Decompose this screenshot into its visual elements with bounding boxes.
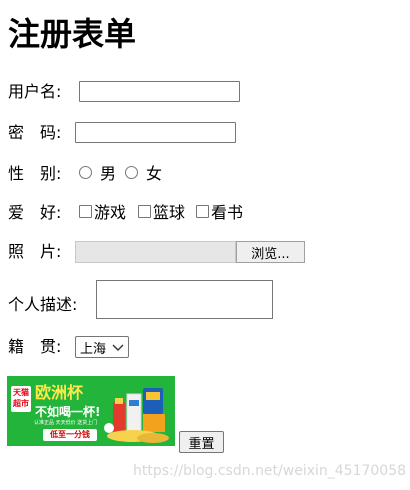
username-input[interactable]: [79, 81, 240, 102]
hobby-reading-checkbox[interactable]: [196, 205, 209, 218]
gender-female-label: 女: [146, 164, 163, 183]
gender-female-radio[interactable]: [125, 166, 138, 179]
description-textarea[interactable]: [96, 280, 273, 319]
banner-subline: 认准正品 天天低价 送货上门: [34, 420, 98, 426]
banner-products-illustration: [104, 388, 169, 443]
origin-selected-value: 上海: [80, 341, 107, 357]
gender-male-radio[interactable]: [79, 166, 92, 179]
origin-select[interactable]: 上海: [75, 336, 129, 358]
hobby-games-checkbox[interactable]: [79, 205, 92, 218]
password-input[interactable]: [75, 122, 236, 143]
banner-badge-top: 天猫: [13, 388, 29, 397]
tmall-badge: 天猫 超市: [11, 386, 31, 412]
banner-badge-bottom: 超市: [13, 399, 29, 408]
banner-slogan: 不如喝一杯!: [35, 405, 101, 419]
browse-button[interactable]: 浏览...: [236, 241, 305, 263]
photo-label: 照 片:: [8, 242, 62, 261]
origin-label: 籍 贯:: [8, 337, 62, 356]
banner-headline: 欧洲杯: [35, 383, 84, 402]
hobby-basketball-checkbox[interactable]: [138, 205, 151, 218]
banner-cta-text: 低至一分钱: [50, 430, 90, 439]
hobby-basketball-label: 篮球: [153, 203, 186, 222]
banner-image[interactable]: 天猫 超市 欧洲杯 不如喝一杯! 认准正品 天天低价 送货上门 低至一分钱: [7, 376, 175, 446]
photo-file-field[interactable]: [75, 241, 236, 263]
reset-button[interactable]: 重置: [179, 431, 224, 453]
gender-male-label: 男: [100, 164, 117, 183]
hobby-games-label: 游戏: [94, 203, 127, 222]
gender-label: 性 别:: [8, 164, 62, 183]
hobby-reading-label: 看书: [211, 203, 244, 222]
watermark-text: https://blog.csdn.net/weixin_45170058: [133, 463, 407, 479]
description-label: 个人描述:: [8, 295, 78, 314]
banner-cta: 低至一分钱: [43, 429, 97, 441]
hobby-label: 爱 好:: [8, 203, 62, 222]
chevron-down-icon: [112, 344, 124, 351]
password-label: 密 码:: [8, 123, 62, 142]
username-label: 用户名:: [8, 82, 62, 101]
form-title: 注册表单: [8, 15, 137, 53]
